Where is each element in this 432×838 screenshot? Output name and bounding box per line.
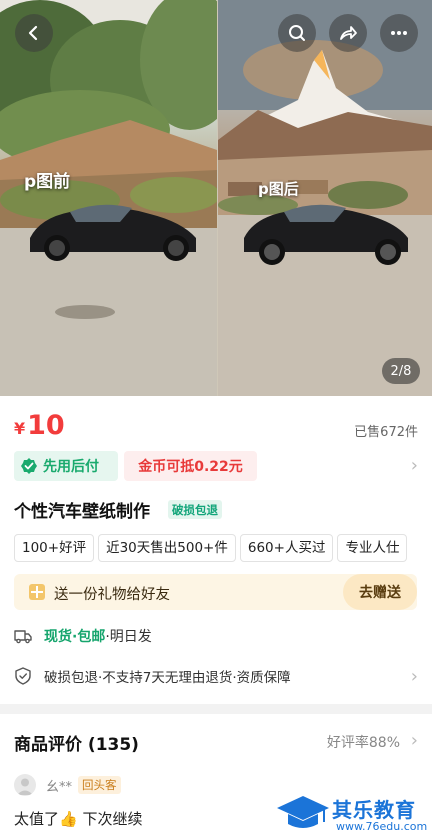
gift-button[interactable]: 去赠送 <box>343 574 417 610</box>
search-icon <box>289 25 305 41</box>
more-icon <box>391 31 407 35</box>
back-button[interactable] <box>15 14 53 52</box>
sold-count: 已售672件 <box>354 425 418 440</box>
more-button[interactable] <box>380 14 418 52</box>
chevron-right-icon[interactable]: › <box>411 730 418 751</box>
pay-later-label: 先用后付 <box>43 459 99 475</box>
avatar <box>14 774 36 796</box>
before-photo: p图前 <box>0 0 217 396</box>
tag-item[interactable]: 660+人买过 <box>239 534 334 562</box>
review-text: 太值了👍 下次继续 <box>14 810 143 828</box>
reviewer-name: 幺** <box>46 780 73 795</box>
title-badge: 破损包退 <box>168 500 222 519</box>
price-value: 10 <box>27 410 65 441</box>
user-icon <box>17 778 33 795</box>
search-button[interactable] <box>278 14 316 52</box>
chevron-right-icon[interactable]: › <box>411 455 418 476</box>
watermark-url: www.76edu.com <box>336 820 428 833</box>
positive-rate[interactable]: 好评率88% <box>327 732 400 752</box>
shipping-row[interactable]: 现货·包邮 ·明日发 <box>14 625 152 647</box>
product-title: 个性汽车壁纸制作 <box>14 502 150 522</box>
chevron-right-icon[interactable]: › <box>411 666 418 687</box>
tag-item[interactable]: 100+好评 <box>14 534 95 562</box>
returning-customer-badge: 回头客 <box>78 776 121 794</box>
product-image-gallery[interactable]: p图前 p图后 2/8 <box>0 0 432 396</box>
guarantee-text: 破损包退·不支持7天无理由退货·资质保障 <box>44 670 291 686</box>
gift-icon <box>29 584 45 600</box>
graduation-cap-icon <box>277 796 329 828</box>
gift-text: 送一份礼物给好友 <box>54 587 170 603</box>
coin-deduct-badge[interactable]: 金币可抵0.22元 <box>124 451 257 481</box>
page-indicator: 2/8 <box>382 358 420 384</box>
review-title[interactable]: 商品评价 (135) <box>14 730 139 755</box>
tag-item[interactable]: 近30天售出500+件 <box>98 534 236 562</box>
shipping-highlight: 现货·包邮 <box>44 629 106 645</box>
back-icon <box>28 25 38 41</box>
after-photo: p图后 <box>218 0 432 396</box>
tag-item[interactable]: 专业人仕 <box>337 534 408 562</box>
watermark-text: 其乐教育 <box>332 798 416 822</box>
pay-later-badge[interactable]: 先用后付 <box>14 451 118 481</box>
shield-check-icon <box>15 667 31 685</box>
after-label: p图后 <box>258 180 299 198</box>
before-label: p图前 <box>24 172 71 192</box>
currency-symbol: ¥ <box>14 419 26 438</box>
tag-list: 100+好评 近30天售出500+件 660+人买过 专业人仕 <box>14 534 432 562</box>
watermark: 其乐教育 www.76edu.com <box>276 792 432 838</box>
share-icon <box>340 26 357 40</box>
gift-banner[interactable]: 送一份礼物给好友 去赠送 <box>14 574 417 610</box>
truck-icon <box>14 630 32 644</box>
guarantee-row[interactable]: 破损包退·不支持7天无理由退货·资质保障 <box>14 665 291 687</box>
verified-check-icon <box>21 458 37 474</box>
price: ¥10 <box>14 410 65 441</box>
share-button[interactable] <box>329 14 367 52</box>
shipping-text: ·明日发 <box>105 629 152 645</box>
